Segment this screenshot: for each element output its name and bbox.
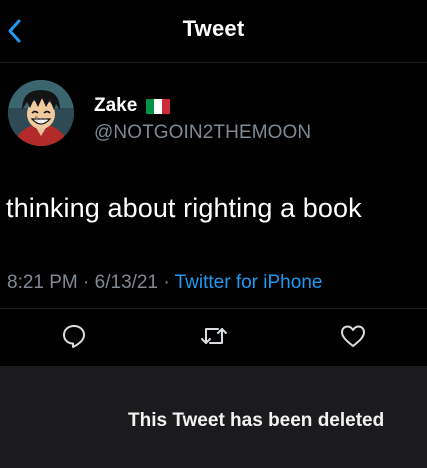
retweet-button[interactable]: [196, 320, 232, 352]
tweet-detail: Zake @NOTGOIN2THEMOON thinking about rig…: [0, 63, 427, 363]
meta-separator: ·: [163, 272, 170, 293]
tweet-actions: [0, 318, 427, 354]
deleted-notice-text: This Tweet has been deleted: [128, 410, 385, 431]
reply-icon: [63, 325, 85, 348]
tweet-meta: 8:21 PM · 6/13/21 · Twitter for iPhone: [7, 272, 322, 294]
tweet-text: thinking about righting a book: [6, 193, 362, 223]
like-icon: [341, 325, 365, 347]
divider: [0, 308, 427, 309]
like-button[interactable]: [335, 320, 371, 352]
tweet-author[interactable]: Zake @NOTGOIN2THEMOON: [94, 94, 311, 144]
reply-button[interactable]: [56, 320, 92, 352]
anime-avatar-icon: [8, 80, 74, 146]
page-title: Tweet: [182, 16, 245, 41]
author-handle[interactable]: @NOTGOIN2THEMOON: [94, 122, 311, 144]
tweet-date: 6/13/21: [94, 272, 159, 293]
author-display-name[interactable]: Zake: [94, 95, 137, 117]
top-nav-bar: Tweet: [0, 0, 427, 63]
meta-separator: ·: [83, 272, 90, 293]
tweet-time: 8:21 PM: [7, 272, 78, 293]
avatar[interactable]: [8, 80, 74, 146]
retweet-icon: [201, 328, 227, 344]
tweet-source-link[interactable]: Twitter for iPhone: [175, 272, 323, 293]
italy-flag-icon: [146, 98, 171, 114]
deleted-tweet-notice: This Tweet has been deleted: [0, 366, 427, 468]
